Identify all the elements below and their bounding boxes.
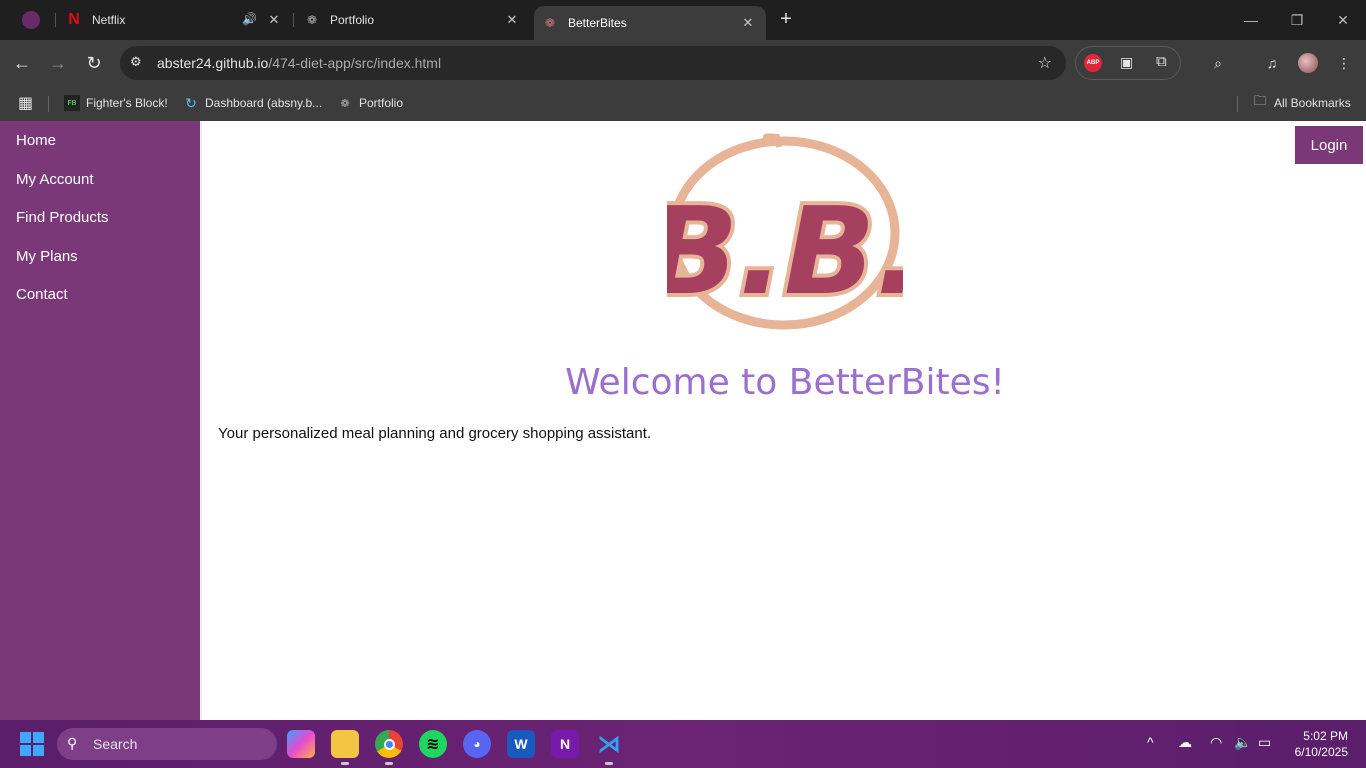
address-bar[interactable]: ⚙ abster24.github.io/474-diet-app/src/in…: [120, 46, 1066, 80]
file-explorer-icon[interactable]: [331, 730, 359, 765]
restore-button[interactable]: ❐: [1274, 0, 1320, 40]
tab-title: Netflix: [92, 13, 126, 27]
volume-icon[interactable]: 🔈: [1234, 734, 1251, 751]
browser-title-bar: N Netflix 🔊 ✕ ❁ Portfolio ✕ ❁ BetterBite…: [0, 0, 1366, 40]
speaker-icon[interactable]: 🔊: [242, 12, 257, 26]
url-path: /474-diet-app/src/index.html: [268, 55, 442, 71]
sidebar-nav: Home My Account Find Products My Plans C…: [0, 121, 200, 720]
bookmarks-bar: ▦ FB Fighter's Block! ↻ Dashboard (absny…: [0, 86, 1366, 121]
vscode-icon[interactable]: ⋊: [595, 730, 623, 765]
sidebar-item-my-plans[interactable]: My Plans: [16, 248, 78, 265]
media-controls-icon[interactable]: ♫: [1262, 53, 1282, 73]
main-content: Login B.B. Welcome to BetterBites! Your …: [200, 121, 1366, 720]
taskbar-search-box[interactable]: ⚲ Search: [57, 728, 277, 760]
betterbites-icon: ❁: [544, 16, 556, 30]
forward-button[interactable]: →: [44, 49, 72, 77]
adblock-icon[interactable]: ABP: [1084, 54, 1102, 72]
back-button[interactable]: ←: [8, 49, 36, 77]
dashboard-icon: ↻: [185, 94, 197, 111]
wifi-icon[interactable]: ◠: [1210, 734, 1222, 751]
divider: [1237, 96, 1238, 112]
windows-start-icon[interactable]: [20, 732, 44, 756]
tab-title: Portfolio: [330, 13, 375, 27]
sidebar-item-find-products[interactable]: Find Products: [16, 209, 109, 226]
browser-menu-icon[interactable]: ⋮: [1334, 53, 1354, 73]
word-icon[interactable]: W: [507, 730, 535, 758]
tab-search-lens-icon[interactable]: ⌕: [1208, 53, 1228, 73]
tab-separator: [293, 13, 294, 27]
windows-taskbar: ⚲ Search ≋ ◕ W N ⋊ ^ ☁ ◠ 🔈 ▭ 5:02 PM 6/1…: [0, 720, 1366, 768]
onenote-icon[interactable]: N: [551, 730, 579, 758]
new-tab-button[interactable]: +: [776, 9, 796, 29]
running-indicator: [341, 762, 349, 765]
spotify-icon[interactable]: ≋: [419, 730, 447, 758]
bookmark-fighters-block[interactable]: FB Fighter's Block!: [64, 93, 168, 113]
battery-icon[interactable]: ▭: [1258, 734, 1271, 751]
system-clock[interactable]: 5:02 PM 6/10/2025: [1295, 728, 1348, 760]
running-indicator: [385, 762, 393, 765]
bookmark-label: Portfolio: [359, 96, 404, 110]
url-host: abster24.github.io: [157, 55, 269, 71]
folder-icon: 🗀: [1253, 93, 1267, 108]
search-icon: ⚲: [67, 735, 78, 751]
close-tab-icon[interactable]: ✕: [740, 15, 756, 31]
netflix-icon: N: [68, 11, 80, 28]
bookmark-label: Dashboard (absny.b...: [205, 96, 323, 110]
divider: [48, 96, 49, 112]
copilot-icon[interactable]: [287, 730, 315, 758]
bookmark-portfolio[interactable]: ❁ Portfolio: [337, 93, 403, 113]
site-info-icon[interactable]: ⚙: [130, 54, 148, 72]
clock-date: 6/10/2025: [1294, 745, 1348, 759]
running-indicator: [605, 762, 613, 765]
browser-toolbar: ← → ↻ ⚙ abster24.github.io/474-diet-app/…: [0, 40, 1366, 86]
reload-button[interactable]: ↻: [80, 49, 108, 77]
bookmark-dashboard[interactable]: ↻ Dashboard (absny.b...: [183, 93, 322, 113]
close-window-button[interactable]: ✕: [1320, 0, 1366, 40]
portfolio-icon: ❁: [340, 97, 350, 110]
tab-netflix[interactable]: N Netflix 🔊 ✕: [66, 0, 292, 40]
close-tab-icon[interactable]: ✕: [266, 12, 282, 28]
extensions-group: ABP ▣ ⧉: [1075, 46, 1181, 80]
all-bookmarks-label: All Bookmarks: [1274, 96, 1351, 110]
logo-letters: B.B.: [667, 183, 903, 322]
discord-icon[interactable]: ◕: [463, 730, 491, 758]
minimize-button[interactable]: —: [1228, 0, 1274, 40]
sidebar-item-contact[interactable]: Contact: [16, 286, 68, 303]
portfolio-icon: ❁: [306, 13, 318, 27]
tab-separator: [55, 13, 56, 27]
url-text[interactable]: abster24.github.io/474-diet-app/src/inde…: [157, 55, 441, 71]
picture-in-picture-icon[interactable]: ▣: [1120, 54, 1133, 71]
tab-portfolio[interactable]: ❁ Portfolio ✕: [304, 0, 530, 40]
tagline-text: Your personalized meal planning and groc…: [218, 425, 652, 442]
sidebar-item-home[interactable]: Home: [16, 132, 56, 149]
show-hidden-icons-chevron-icon[interactable]: ^: [1147, 734, 1154, 750]
betterbites-logo: B.B.: [667, 133, 903, 330]
welcome-heading: Welcome to BetterBites!: [565, 362, 1005, 403]
search-label: Search: [93, 736, 138, 752]
apps-grid-icon[interactable]: ▦: [18, 93, 33, 113]
sidebar-item-my-account[interactable]: My Account: [16, 171, 94, 188]
profile-avatar[interactable]: [1298, 53, 1318, 73]
tab-search-icon[interactable]: [22, 11, 40, 29]
clock-time: 5:02 PM: [1303, 729, 1348, 743]
bookmark-star-icon[interactable]: ☆: [1038, 53, 1052, 73]
extensions-puzzle-icon[interactable]: ⧉: [1156, 53, 1167, 70]
onedrive-cloud-icon[interactable]: ☁: [1178, 734, 1192, 751]
fighters-block-icon: FB: [64, 95, 80, 111]
tab-title: BetterBites: [568, 16, 627, 30]
chrome-icon[interactable]: [375, 730, 403, 765]
bookmark-label: Fighter's Block!: [86, 96, 168, 110]
tab-betterbites[interactable]: ❁ BetterBites ✕: [534, 6, 766, 40]
close-tab-icon[interactable]: ✕: [504, 12, 520, 28]
login-button[interactable]: Login: [1295, 126, 1363, 164]
all-bookmarks-button[interactable]: 🗀 All Bookmarks: [1252, 93, 1351, 113]
